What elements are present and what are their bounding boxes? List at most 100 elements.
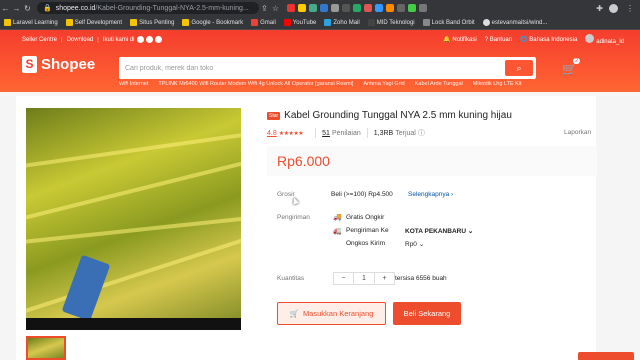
topbar-right: 🔔 Notifikasi ? Bantuan 🌐 Bahasa Indonesi… (443, 34, 624, 45)
extension-icon[interactable] (298, 4, 306, 12)
extension-icon[interactable] (364, 4, 372, 12)
product-image[interactable] (26, 108, 241, 330)
title-row: Star Kabel Grounding Tunggal NYA 2.5 mm … (267, 110, 512, 121)
suggestion-link[interactable]: TPLINK Mr6400 Wifi Router Modem Wifi 4g … (158, 81, 353, 87)
wire-stripe (26, 236, 241, 314)
language-selector[interactable]: 🌐 Bahasa Indonesia (520, 36, 577, 43)
user-menu[interactable]: adinata_id (585, 34, 624, 45)
extension-icon[interactable] (419, 4, 427, 12)
shopee-header: Seller Centre | Download | Ikuti kami di… (0, 30, 640, 92)
help-icon: ? (484, 36, 489, 43)
bookmark-label: MID Teknologi (376, 19, 415, 26)
grosir-more-link[interactable]: Selengkapnya › (408, 191, 453, 198)
image-bottom-bar (26, 318, 241, 330)
download-link[interactable]: Download (67, 37, 94, 43)
facebook-icon[interactable] (136, 36, 144, 43)
qty-input[interactable]: 1 (353, 273, 375, 284)
share-icon[interactable]: ⇪ (259, 4, 270, 13)
suggestion-link[interactable]: Kabel Arde Tunggal (415, 81, 463, 87)
add-to-cart-label: Masukkan Keranjang (302, 309, 374, 318)
ship-cost-selector[interactable]: Rp0 ⌄ (405, 240, 424, 248)
bookmark-label: estevanmaitsi/wind... (491, 19, 548, 26)
blue-wire (61, 254, 111, 322)
add-to-cart-button[interactable]: 🛒 Masukkan Keranjang (277, 302, 386, 325)
extension-icon[interactable] (353, 4, 361, 12)
ship-cost-value: Rp0 (405, 241, 417, 248)
follow-label: Ikuti kami di (102, 36, 135, 43)
report-link[interactable]: Laporkan (564, 129, 591, 136)
ratings-count[interactable]: 51 (322, 130, 330, 137)
bookmark-item[interactable]: Laravel Learning (4, 19, 58, 26)
extension-icon[interactable] (375, 4, 383, 12)
rating-value[interactable]: 4.8 (267, 130, 277, 137)
bookmark-label: Gmail (260, 19, 276, 26)
extension-icon[interactable] (320, 4, 328, 12)
extension-icon[interactable] (397, 4, 405, 12)
buy-now-button[interactable]: Beli Sekarang (393, 302, 461, 325)
extension-icon[interactable] (331, 4, 339, 12)
bookmark-item[interactable]: estevanmaitsi/wind... (482, 19, 548, 26)
help-link[interactable]: ? Bantuan (485, 37, 512, 43)
shopee-logo[interactable]: S Shopee (22, 56, 95, 73)
suggestion-link[interactable]: Wifi Internet (119, 81, 148, 87)
bookmark-item[interactable]: Zoho Mail (324, 19, 360, 26)
address-bar[interactable]: 🔒 shopee.co.id/Kabel-Grounding-Tunggal-N… (37, 2, 259, 14)
star-badge: Star (267, 111, 281, 120)
product-title: Kabel Grounding Tunggal NYA 2.5 mm kunin… (284, 110, 512, 121)
search-button[interactable]: ⌕ (505, 60, 533, 76)
bell-icon: 🔔 (443, 37, 451, 43)
product-thumbnail[interactable] (26, 336, 66, 360)
wire-stripe (26, 131, 241, 169)
bookmark-item[interactable]: Situs Penting (130, 19, 174, 26)
notifications-link[interactable]: 🔔 Notifikasi (443, 36, 477, 43)
menu-icon[interactable]: ⋮ (626, 4, 634, 13)
folder-icon (65, 19, 73, 26)
forward-icon[interactable]: → (11, 4, 22, 13)
bookmark-label: Self Development (74, 19, 123, 26)
gmail-icon (251, 19, 259, 26)
grosir-more-label: Selengkapnya (408, 191, 450, 198)
product-section: Star Kabel Grounding Tunggal NYA 2.5 mm … (16, 96, 597, 360)
search-input[interactable] (125, 64, 505, 72)
bookmark-item[interactable]: MID Teknologi (367, 19, 415, 26)
extension-icon[interactable] (309, 4, 317, 12)
bookmark-item[interactable]: Google - Bookmark (182, 19, 243, 26)
instagram-icon[interactable] (145, 36, 153, 43)
profile-avatar[interactable] (609, 3, 618, 13)
extension-icon[interactable] (287, 4, 295, 12)
browser-actions: ✚ ⋮ (596, 3, 640, 13)
line-icon[interactable] (154, 36, 162, 43)
bookmark-item[interactable]: Gmail (251, 19, 276, 26)
divider (315, 128, 317, 138)
reload-icon[interactable]: ↻ (22, 4, 33, 13)
extension-icon[interactable] (342, 4, 350, 12)
sold-label: Terjual (395, 129, 416, 137)
bookmark-item[interactable]: Lock Band Orbit (422, 19, 475, 26)
ship-cost-label: Ongkos Kirim (346, 240, 386, 247)
bookmark-label: Laravel Learning (13, 19, 58, 26)
cart-count-badge: 2 (573, 58, 581, 64)
bookmark-star-icon[interactable]: ☆ (270, 4, 281, 13)
rating-stars-icon: ★★★★★ (278, 130, 304, 137)
chat-button[interactable] (578, 352, 634, 360)
bookmark-item[interactable]: Self Development (65, 19, 123, 26)
site-icon (422, 19, 430, 26)
delivery-truck-icon: 🚛 (333, 228, 342, 235)
puzzle-icon[interactable]: ✚ (596, 4, 603, 13)
ship-to-selector[interactable]: KOTA PEKANBARU ⌄ (405, 227, 473, 235)
bookmark-label: YouTube (292, 19, 317, 26)
qty-increase-button[interactable]: + (375, 273, 394, 284)
suggestion-link[interactable]: Mikrotik Lhg LTE Kit (473, 81, 522, 87)
grosir-value: Beli (>=100) Rp4.500 (331, 191, 393, 198)
extension-icon[interactable] (386, 4, 394, 12)
bookmark-item[interactable]: YouTube (283, 19, 317, 26)
qty-decrease-button[interactable]: − (334, 273, 353, 284)
seller-centre-link[interactable]: Seller Centre (22, 37, 57, 43)
cart-button[interactable]: 🛒 2 (562, 58, 581, 76)
bookmark-label: Situs Penting (139, 19, 175, 26)
info-icon[interactable]: ⓘ (418, 128, 425, 138)
back-icon[interactable]: ← (0, 4, 11, 13)
suggestion-link[interactable]: Antena Yagi Grid (363, 81, 404, 87)
search-icon: ⌕ (516, 63, 522, 73)
extension-icon[interactable] (408, 4, 416, 12)
